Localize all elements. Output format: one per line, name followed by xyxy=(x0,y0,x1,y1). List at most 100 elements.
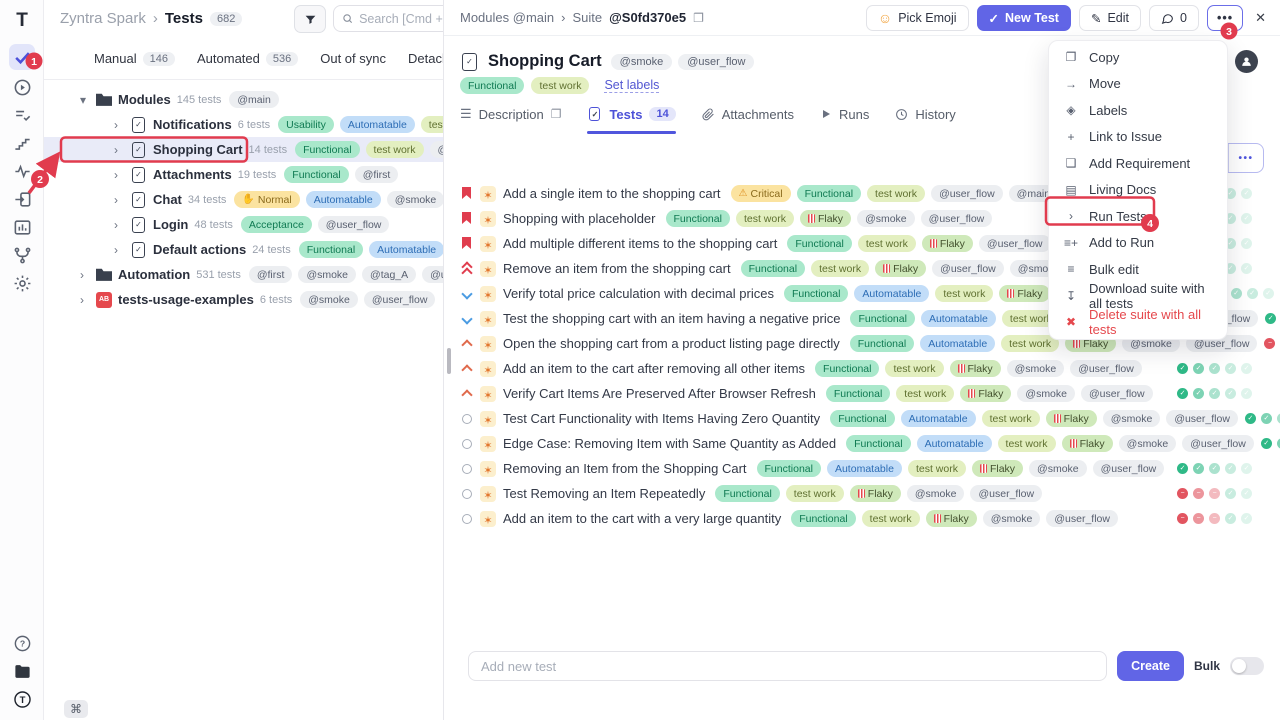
chevron-icon[interactable]: › xyxy=(114,143,124,157)
tree-row[interactable]: › Attachments 19 tests Functional@first xyxy=(44,162,443,187)
chevron-icon[interactable]: › xyxy=(114,118,124,132)
label-badge: Functional xyxy=(815,360,879,377)
chevron-icon[interactable]: › xyxy=(114,218,124,232)
bulk-toggle[interactable] xyxy=(1230,657,1264,675)
close-panel-icon[interactable]: ✕ xyxy=(1251,10,1270,26)
tree-row[interactable]: › Chat 34 tests ✋NormalAutomatable@smoke… xyxy=(44,187,443,212)
test-row[interactable]: Removing an Item from the Shopping Cart … xyxy=(444,456,1280,481)
filter-tab[interactable]: Out of sync xyxy=(320,51,386,66)
test-name[interactable]: Verify total price calculation with deci… xyxy=(503,286,774,301)
label-badge: @user_flow xyxy=(1182,435,1254,452)
run-status-dot xyxy=(1225,463,1236,474)
filter-button[interactable] xyxy=(294,5,326,33)
sidebar-item-plans[interactable] xyxy=(9,102,35,128)
sidebar-item-help[interactable]: ? xyxy=(9,630,35,656)
sidebar-item-reports[interactable] xyxy=(9,214,35,240)
menu-item[interactable]: ◈ Labels xyxy=(1049,97,1227,124)
set-labels-link[interactable]: Set labels xyxy=(604,78,659,93)
tab-attachments[interactable]: Attachments xyxy=(702,107,794,134)
tree-row[interactable]: › Shopping Cart 14 tests Functionaltest … xyxy=(44,137,443,162)
more-actions-button[interactable]: ••• xyxy=(1207,5,1243,31)
test-row[interactable]: Test Removing an Item Repeatedly Functio… xyxy=(444,481,1280,506)
suite-icon xyxy=(132,192,145,208)
test-name[interactable]: Test Cart Functionality with Items Havin… xyxy=(503,411,820,426)
test-name[interactable]: Edge Case: Removing Item with Same Quant… xyxy=(503,436,836,451)
new-test-button[interactable]: ✓New Test xyxy=(977,5,1071,31)
run-history-dots xyxy=(1177,488,1252,499)
chevron-icon[interactable]: › xyxy=(114,243,124,257)
test-name[interactable]: Add multiple different items to the shop… xyxy=(503,236,777,251)
sidebar-item-runs[interactable] xyxy=(9,74,35,100)
chevron-icon[interactable]: › xyxy=(114,193,124,207)
edit-button[interactable]: ✎Edit xyxy=(1079,5,1141,31)
label-badge: Functional xyxy=(295,141,359,158)
test-name[interactable]: Add a single item to the shopping cart xyxy=(503,186,721,201)
menu-item[interactable]: ≡ Bulk edit xyxy=(1049,256,1227,283)
tree-row[interactable]: ▾ Modules 145 tests @main xyxy=(44,87,443,112)
sidebar-item-account[interactable]: T xyxy=(9,686,35,712)
chevron-icon[interactable]: ▾ xyxy=(80,93,90,107)
tab-description[interactable]: ☰Description❐ xyxy=(460,106,561,134)
sidebar-item-import[interactable] xyxy=(9,186,35,212)
tree-row[interactable]: › Notifications 6 tests UsabilityAutomat… xyxy=(44,112,443,137)
suite-name: Modules xyxy=(118,92,171,107)
pick-emoji-button[interactable]: ☺Pick Emoji xyxy=(866,5,969,31)
tree-row[interactable]: › Login 48 tests Acceptance@user_flow xyxy=(44,212,443,237)
menu-item[interactable]: + Link to Issue xyxy=(1049,124,1227,151)
tree-row[interactable]: › Automation 531 tests @first@smoke@tag_… xyxy=(44,262,443,287)
test-name[interactable]: Remove an item from the shopping cart xyxy=(503,261,731,276)
tab-history[interactable]: History xyxy=(895,107,955,134)
menu-item[interactable]: ❑ Add Requirement xyxy=(1049,150,1227,177)
filter-tab[interactable]: Manual146 xyxy=(94,51,175,66)
chevron-icon[interactable]: › xyxy=(80,293,90,307)
sidebar-item-projects[interactable] xyxy=(9,658,35,684)
label-badge: Automatable xyxy=(917,435,992,452)
test-name[interactable]: Verify Cart Items Are Preserved After Br… xyxy=(503,386,816,401)
label-badge: @user_flow xyxy=(931,185,1003,202)
sidebar-item-defects[interactable] xyxy=(9,158,35,184)
suite-test-count: 48 tests xyxy=(194,219,233,231)
chevron-icon[interactable]: › xyxy=(80,268,90,282)
test-row[interactable]: Add an item to the cart after removing a… xyxy=(444,356,1280,381)
scrollbar-handle[interactable] xyxy=(447,348,451,374)
test-name[interactable]: Add an item to the cart with a very larg… xyxy=(503,511,781,526)
chevron-icon[interactable]: › xyxy=(114,168,124,182)
menu-item[interactable]: ↧ Download suite with all tests xyxy=(1049,283,1227,310)
copy-icon[interactable]: ❐ xyxy=(551,107,562,121)
test-name[interactable]: Add an item to the cart after removing a… xyxy=(503,361,805,376)
menu-item[interactable]: → Move xyxy=(1049,71,1227,98)
tree-row[interactable]: › tests-usage-examples 6 tests @smoke@us… xyxy=(44,287,443,312)
create-button[interactable]: Create xyxy=(1117,651,1184,681)
filter-tab[interactable]: Automated536 xyxy=(197,51,298,66)
test-name[interactable]: Removing an Item from the Shopping Cart xyxy=(503,461,747,476)
test-row[interactable]: Edge Case: Removing Item with Same Quant… xyxy=(444,431,1280,456)
project-name[interactable]: Zyntra Spark xyxy=(60,10,146,27)
test-name[interactable]: Test Removing an Item Repeatedly xyxy=(503,486,705,501)
menu-item[interactable]: ✖ Delete suite with all tests xyxy=(1049,309,1227,336)
menu-item[interactable]: ≡+ Add to Run xyxy=(1049,230,1227,257)
assignee-avatar[interactable] xyxy=(1235,50,1258,73)
tab-tests[interactable]: Tests14 xyxy=(587,107,675,134)
search-input[interactable] xyxy=(359,12,444,26)
tab-runs[interactable]: Runs xyxy=(820,107,869,134)
test-name[interactable]: Open the shopping cart from a product li… xyxy=(503,336,840,351)
test-name[interactable]: Shopping with placeholder xyxy=(503,211,656,226)
test-name[interactable]: Test the shopping cart with an item havi… xyxy=(503,311,840,326)
sidebar-item-tests[interactable] xyxy=(9,44,35,70)
sidebar-item-traceability[interactable] xyxy=(9,242,35,268)
filter-tab[interactable]: Detached xyxy=(408,51,443,66)
test-row[interactable]: Test Cart Functionality with Items Havin… xyxy=(444,406,1280,431)
add-test-input[interactable] xyxy=(468,651,1107,681)
tree-row[interactable]: › Default actions 24 tests FunctionalAut… xyxy=(44,237,443,262)
sidebar-item-settings[interactable] xyxy=(9,270,35,296)
menu-item[interactable]: ❐ Copy xyxy=(1049,44,1227,71)
sidebar-item-milestones[interactable] xyxy=(9,130,35,156)
menu-item[interactable]: ▤ Living Docs xyxy=(1049,177,1227,204)
copy-icon[interactable]: ❐ xyxy=(693,11,704,25)
comments-button[interactable]: 0 xyxy=(1149,5,1199,31)
test-row[interactable]: Verify Cart Items Are Preserved After Br… xyxy=(444,381,1280,406)
test-row[interactable]: Add an item to the cart with a very larg… xyxy=(444,506,1280,531)
ellipsis-icon[interactable]: ••• xyxy=(1229,144,1263,172)
search-box[interactable] xyxy=(333,5,444,32)
menu-item[interactable]: › Run Tests xyxy=(1049,203,1227,230)
